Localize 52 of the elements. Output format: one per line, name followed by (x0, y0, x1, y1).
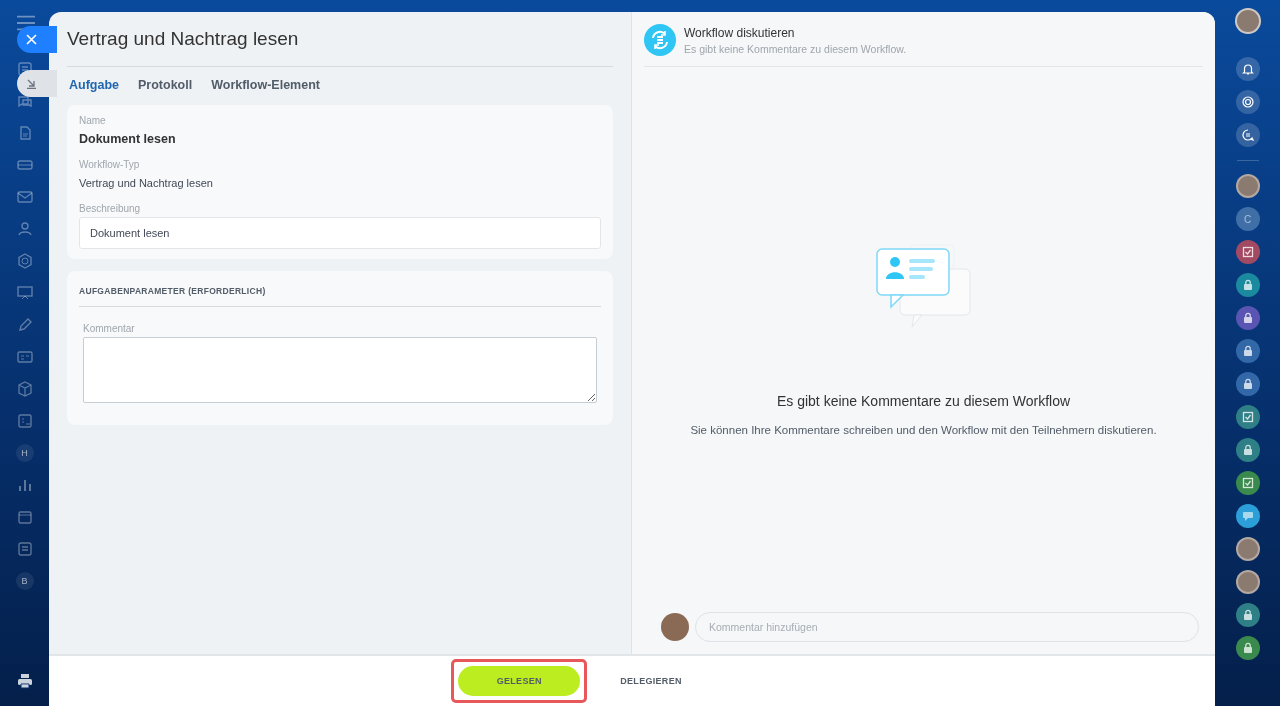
section-heading: AUFGABENPARAMETER (ERFORDERLICH) (79, 281, 601, 307)
nav-letter[interactable]: H (15, 444, 34, 462)
field-label: Name (79, 115, 107, 126)
avatar (661, 613, 689, 641)
calendar-icon[interactable] (15, 508, 34, 526)
delegate-button[interactable]: DELEGIEREN (616, 668, 686, 694)
comment-input[interactable]: Kommentar hinzufügen (695, 612, 1199, 642)
close-icon (26, 34, 37, 45)
avatar[interactable] (1235, 174, 1260, 198)
bell-icon[interactable] (1235, 57, 1260, 81)
tab[interactable]: Protokoll (138, 78, 193, 92)
checkbox-chat-icon[interactable] (1235, 405, 1260, 429)
presentation-icon[interactable] (15, 284, 34, 302)
discussion-icon (644, 24, 676, 56)
checkbox-chat-icon[interactable] (1235, 471, 1260, 495)
printer-icon[interactable] (15, 672, 34, 690)
avatar[interactable] (1235, 570, 1260, 594)
read-button[interactable]: GELESEN (458, 666, 581, 696)
tab[interactable]: Workflow-Element (211, 78, 320, 92)
field-label: Kommentar (83, 323, 136, 334)
lock-chat-icon[interactable] (1235, 438, 1260, 462)
lock-chat-icon[interactable] (1235, 339, 1260, 363)
avatar[interactable] (1234, 8, 1261, 34)
discussion-title: Workflow diskutieren (684, 25, 796, 40)
close-button[interactable] (17, 26, 57, 53)
hexagon-icon[interactable] (15, 252, 34, 270)
checkbox-chat-icon[interactable] (1235, 240, 1260, 264)
avatar[interactable] (1235, 537, 1260, 561)
box-icon[interactable] (15, 380, 34, 398)
field-value: Dokument lesen (79, 132, 176, 146)
field-label: Beschreibung (79, 203, 142, 214)
feed-icon[interactable] (15, 60, 34, 78)
lock-chat-icon[interactable] (1235, 372, 1260, 396)
nav-letter[interactable]: B (15, 572, 34, 590)
contacts-icon[interactable] (15, 220, 34, 238)
mail-icon[interactable] (15, 188, 34, 206)
minimize-button[interactable] (17, 70, 57, 97)
field-label: Workflow-Typ (79, 159, 141, 170)
arrow-down-right-icon (26, 78, 37, 89)
tab[interactable]: Aufgabe (69, 78, 119, 92)
message-chat-icon[interactable] (1235, 504, 1260, 528)
description-field[interactable]: Dokument lesen (79, 217, 601, 249)
menu-icon[interactable] (17, 14, 35, 32)
discussion-subtitle: Es gibt keine Kommentare zu diesem Workflow. (684, 42, 907, 55)
dialog-title: Vertrag und Nachtrag lesen (67, 28, 613, 67)
lock-chat-icon[interactable] (1235, 603, 1260, 627)
empty-state-title: Es gibt keine Kommentare zu diesem Workflow (776, 393, 1071, 409)
lock-chat-icon[interactable] (1235, 273, 1260, 297)
empty-state-text: Sie können Ihre Kommentare schreiben und den Workflow mit den Teilnehmern diskutieren. (690, 424, 1157, 436)
lock-chat-icon[interactable] (1235, 306, 1260, 330)
lock-chat-icon[interactable] (1235, 636, 1260, 660)
field-value: Vertrag und Nachtrag lesen (79, 177, 213, 189)
